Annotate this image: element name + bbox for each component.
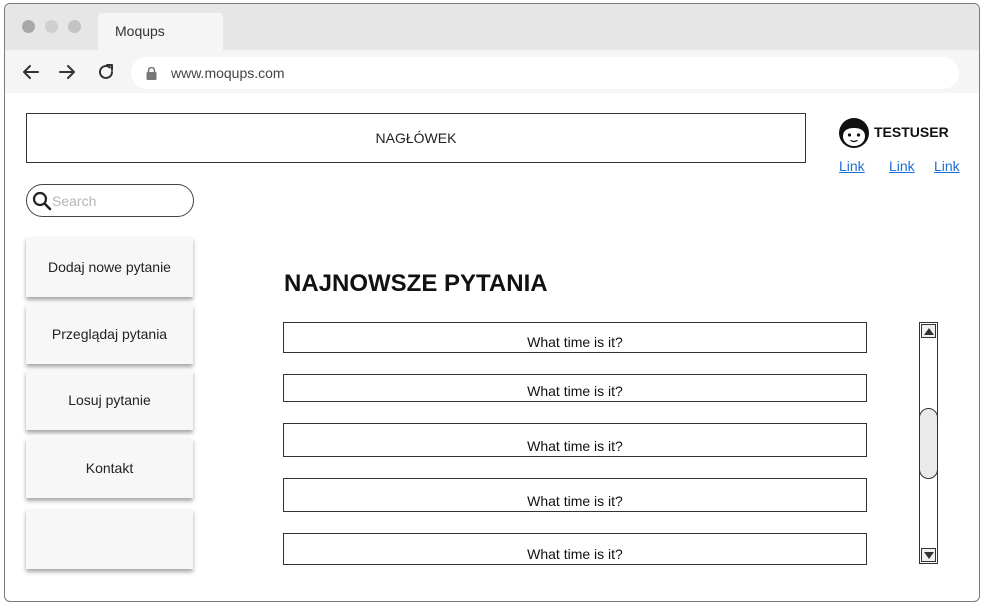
sidebar-item-label: Kontakt [85,460,134,476]
lock-icon [146,67,157,80]
arrow-right-icon [59,65,75,79]
question-item[interactable]: What time is it? [283,478,867,512]
search-input[interactable] [52,191,182,211]
page-header: NAGŁÓWEK [26,113,806,163]
browser-tab-title: Moqups [115,23,165,39]
question-item[interactable]: What time is it? [283,322,867,353]
maximize-window-button[interactable] [68,20,81,33]
triangle-up-icon [923,327,934,335]
user-info: TESTUSER [838,117,978,149]
sidebar-item-empty[interactable] [26,509,193,569]
sidebar-item-label: Dodaj nowe pytanie [48,259,171,275]
scroll-up-button[interactable] [921,324,936,338]
header-link-3[interactable]: Link [934,158,960,174]
reload-button[interactable] [96,62,116,82]
browser-toolbar: www.moqups.com [5,50,979,93]
question-text: What time is it? [527,546,623,562]
scrollbar[interactable] [919,322,938,564]
question-item[interactable]: What time is it? [283,533,867,565]
question-text: What time is it? [527,383,623,399]
reload-icon [99,64,113,79]
question-text: What time is it? [527,438,623,454]
header-link-1[interactable]: Link [839,158,865,174]
triangle-down-icon [923,551,934,559]
sidebar-item-label: Losuj pytanie [68,392,151,408]
back-button[interactable] [21,62,41,82]
browser-titlebar: Moqups [5,4,979,50]
question-item[interactable]: What time is it? [283,374,867,402]
scrollbar-thumb[interactable] [919,408,938,479]
sidebar-item-browse-questions[interactable]: Przeglądaj pytania [26,304,193,364]
sidebar-item-label: Przeglądaj pytania [51,326,168,342]
browser-tab[interactable]: Moqups [98,13,223,50]
arrow-left-icon [23,65,39,79]
address-bar[interactable]: www.moqups.com [131,57,959,89]
sidebar-item-contact[interactable]: Kontakt [26,438,193,498]
minimize-window-button[interactable] [45,20,58,33]
url-text: www.moqups.com [171,65,285,81]
avatar-icon[interactable] [838,117,870,149]
sidebar-item-random-question[interactable]: Losuj pytanie [26,370,193,430]
search-icon [32,191,52,211]
question-text: What time is it? [527,334,623,350]
header-label: NAGŁÓWEK [375,130,457,146]
username: TESTUSER [874,124,949,140]
section-title: NAJNOWSZE PYTANIA [284,270,548,297]
scroll-down-button[interactable] [921,548,936,562]
search-box[interactable] [26,184,194,217]
question-item[interactable]: What time is it? [283,423,867,457]
header-link-2[interactable]: Link [889,158,915,174]
close-window-button[interactable] [22,20,35,33]
sidebar-item-add-question[interactable]: Dodaj nowe pytanie [26,237,193,297]
forward-button[interactable] [57,62,77,82]
question-text: What time is it? [527,493,623,509]
